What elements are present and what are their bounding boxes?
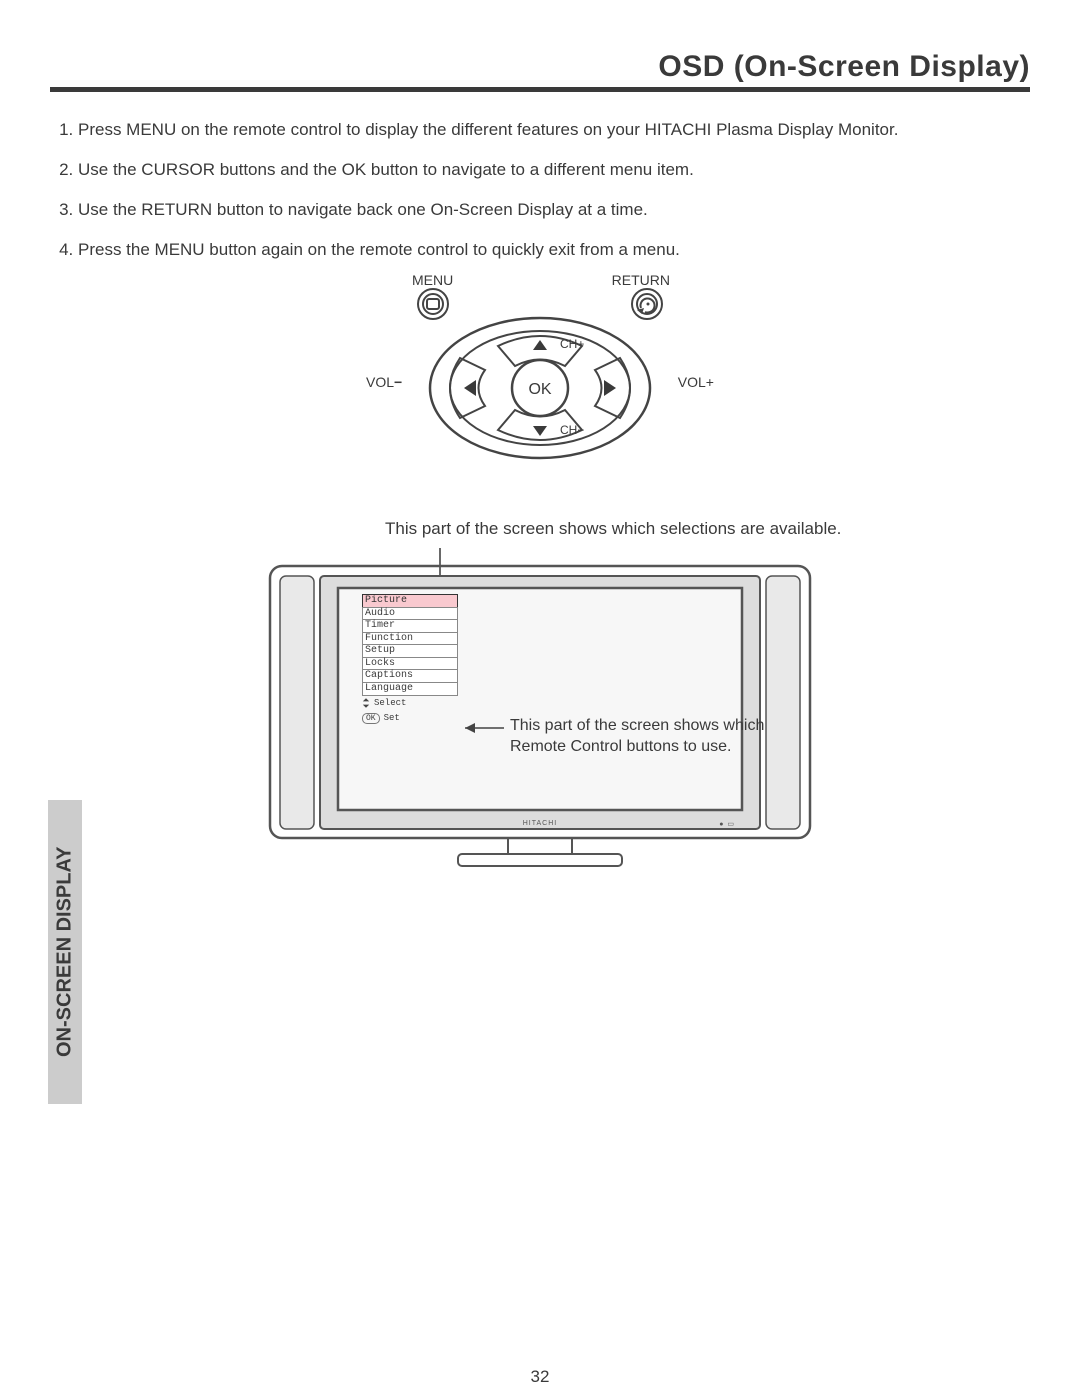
- return-button-icon: [632, 289, 662, 319]
- page-number: 32: [0, 1367, 1080, 1387]
- side-tab: ON-SCREEN DISPLAY: [48, 800, 82, 1104]
- triangle-down-icon: [533, 426, 547, 436]
- instruction-step: Press MENU on the remote control to disp…: [78, 120, 1030, 140]
- instruction-list: Press MENU on the remote control to disp…: [50, 120, 1030, 260]
- triangle-up-icon: [533, 340, 547, 350]
- caption-top: This part of the screen shows which sele…: [385, 518, 1030, 540]
- osd-item-language: Language: [362, 682, 458, 696]
- menu-label: MENU: [412, 272, 453, 288]
- instruction-step: Use the RETURN button to navigate back o…: [78, 200, 1030, 220]
- tv-svg: [260, 548, 820, 878]
- triangle-left-icon: [464, 380, 476, 396]
- instruction-step: Press the MENU button again on the remot…: [78, 240, 1030, 260]
- tv-led-icon: ● ▭: [719, 820, 735, 828]
- instruction-step: Use the CURSOR buttons and the OK button…: [78, 160, 1030, 180]
- menu-button-icon: [418, 289, 448, 319]
- ch-minus-label: CH−: [560, 423, 584, 437]
- tv-brand-label: HITACHI: [260, 820, 820, 827]
- vol-minus-label: VOL−: [366, 374, 402, 390]
- return-label: RETURN: [612, 272, 670, 288]
- ok-label: OK: [528, 381, 551, 398]
- tv-diagram: Picture Audio Timer Function Setup Locks…: [260, 548, 820, 878]
- osd-hint-select: Select: [362, 697, 458, 709]
- ch-plus-label: CH+: [560, 337, 584, 351]
- osd-menu: Picture Audio Timer Function Setup Locks…: [362, 594, 458, 724]
- caption-right: This part of the screen shows which Remo…: [510, 716, 820, 758]
- vol-plus-label: VOL+: [678, 374, 714, 390]
- remote-diagram: MENU RETURN VOL− VOL+ OK: [390, 288, 690, 478]
- osd-hint-set: OK Set: [362, 712, 458, 724]
- triangle-right-icon: [604, 380, 616, 396]
- page-title: OSD (On-Screen Display): [50, 50, 1030, 92]
